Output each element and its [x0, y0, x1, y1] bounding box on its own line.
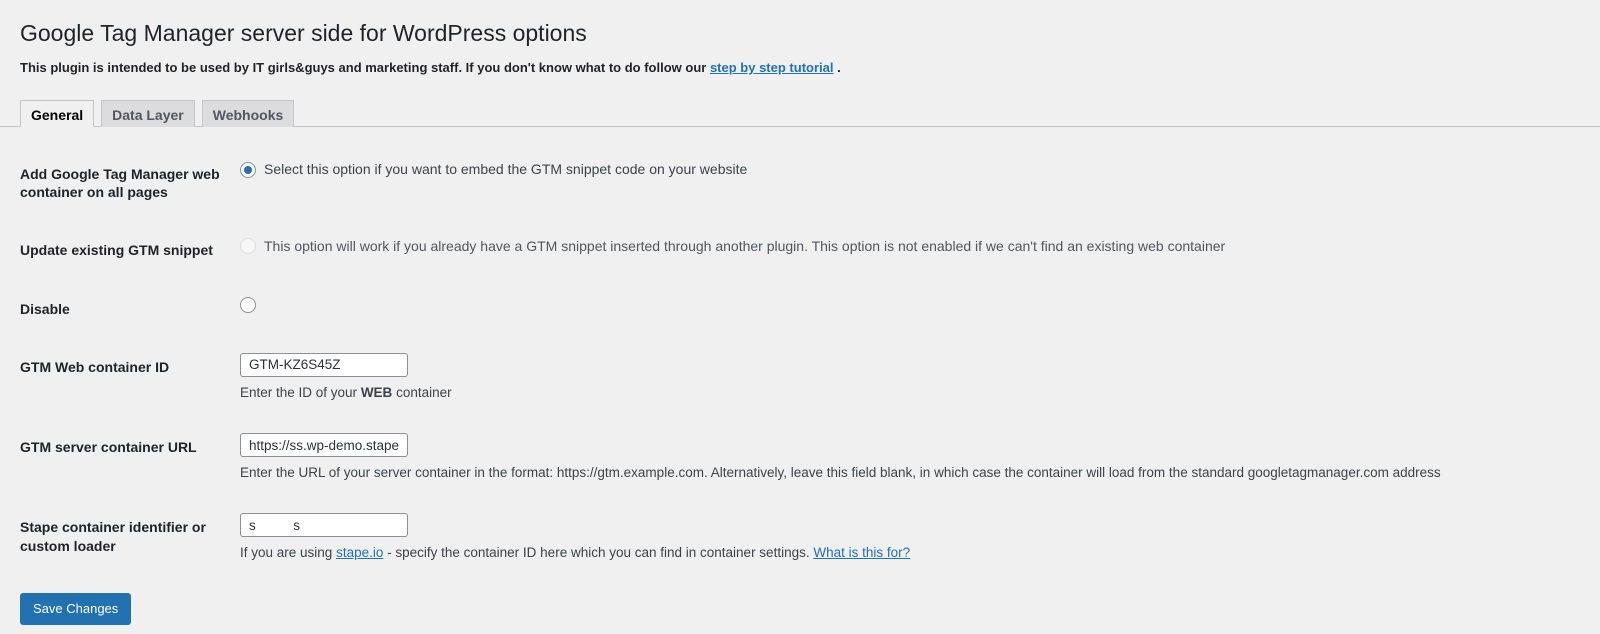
label-stape-identifier: Stape container identifier or custom loa…: [20, 498, 230, 578]
server-container-url-description: Enter the URL of your server container i…: [240, 463, 1570, 483]
web-container-id-desc-strong: WEB: [361, 385, 393, 400]
page-description-text-after: .: [833, 60, 840, 75]
submit-area: Save Changes: [20, 579, 1600, 625]
row-disable: Disable: [20, 280, 1580, 338]
row-server-container-url: GTM server container URL Enter the URL o…: [20, 418, 1580, 498]
update-snippet-option[interactable]: This option will work if you already hav…: [240, 236, 1570, 256]
page-description-text-before: This plugin is intended to be used by IT…: [20, 60, 710, 75]
web-container-id-input[interactable]: [240, 353, 408, 377]
row-stape-identifier: Stape container identifier or custom loa…: [20, 498, 1580, 578]
tab-webhooks[interactable]: Webhooks: [202, 100, 295, 127]
label-add-container: Add Google Tag Manager web container on …: [20, 145, 230, 221]
row-web-container-id: GTM Web container ID Enter the ID of you…: [20, 338, 1580, 418]
web-container-id-description: Enter the ID of your WEB container: [240, 383, 1570, 403]
page-description: This plugin is intended to be used by IT…: [20, 59, 1600, 77]
disable-option[interactable]: [240, 295, 1570, 315]
stape-identifier-input[interactable]: [240, 513, 408, 537]
options-page: Google Tag Manager server side for WordP…: [0, 0, 1600, 625]
what-is-this-for-link[interactable]: What is this for?: [813, 545, 910, 560]
label-server-container-url: GTM server container URL: [20, 418, 230, 498]
add-container-radio[interactable]: [240, 162, 256, 178]
update-snippet-radio: [240, 238, 256, 254]
label-web-container-id: GTM Web container ID: [20, 338, 230, 418]
general-settings-form: Add Google Tag Manager web container on …: [20, 145, 1600, 625]
update-snippet-option-label: This option will work if you already hav…: [264, 237, 1225, 257]
settings-table: Add Google Tag Manager web container on …: [20, 145, 1580, 579]
save-changes-button[interactable]: Save Changes: [20, 593, 131, 625]
label-disable: Disable: [20, 280, 230, 338]
stape-identifier-desc-before: If you are using: [240, 545, 336, 560]
tab-data-layer[interactable]: Data Layer: [101, 100, 195, 127]
server-container-url-input[interactable]: [240, 433, 408, 457]
stape-identifier-desc-middle: - specify the container ID here which yo…: [383, 545, 813, 560]
add-container-option-label: Select this option if you want to embed …: [264, 160, 747, 180]
web-container-id-desc-after: container: [392, 385, 451, 400]
row-add-container: Add Google Tag Manager web container on …: [20, 145, 1580, 221]
stape-io-link[interactable]: stape.io: [336, 545, 383, 560]
add-container-option[interactable]: Select this option if you want to embed …: [240, 160, 1570, 180]
step-by-step-tutorial-link[interactable]: step by step tutorial: [710, 60, 834, 75]
tab-bar: General Data Layer Webhooks: [0, 91, 1600, 127]
web-container-id-desc-before: Enter the ID of your: [240, 385, 361, 400]
label-update-snippet: Update existing GTM snippet: [20, 221, 230, 279]
page-title: Google Tag Manager server side for WordP…: [20, 10, 1600, 53]
tab-general[interactable]: General: [20, 100, 94, 127]
stape-identifier-description: If you are using stape.io - specify the …: [240, 543, 1570, 563]
disable-radio[interactable]: [240, 297, 256, 313]
row-update-snippet: Update existing GTM snippet This option …: [20, 221, 1580, 279]
